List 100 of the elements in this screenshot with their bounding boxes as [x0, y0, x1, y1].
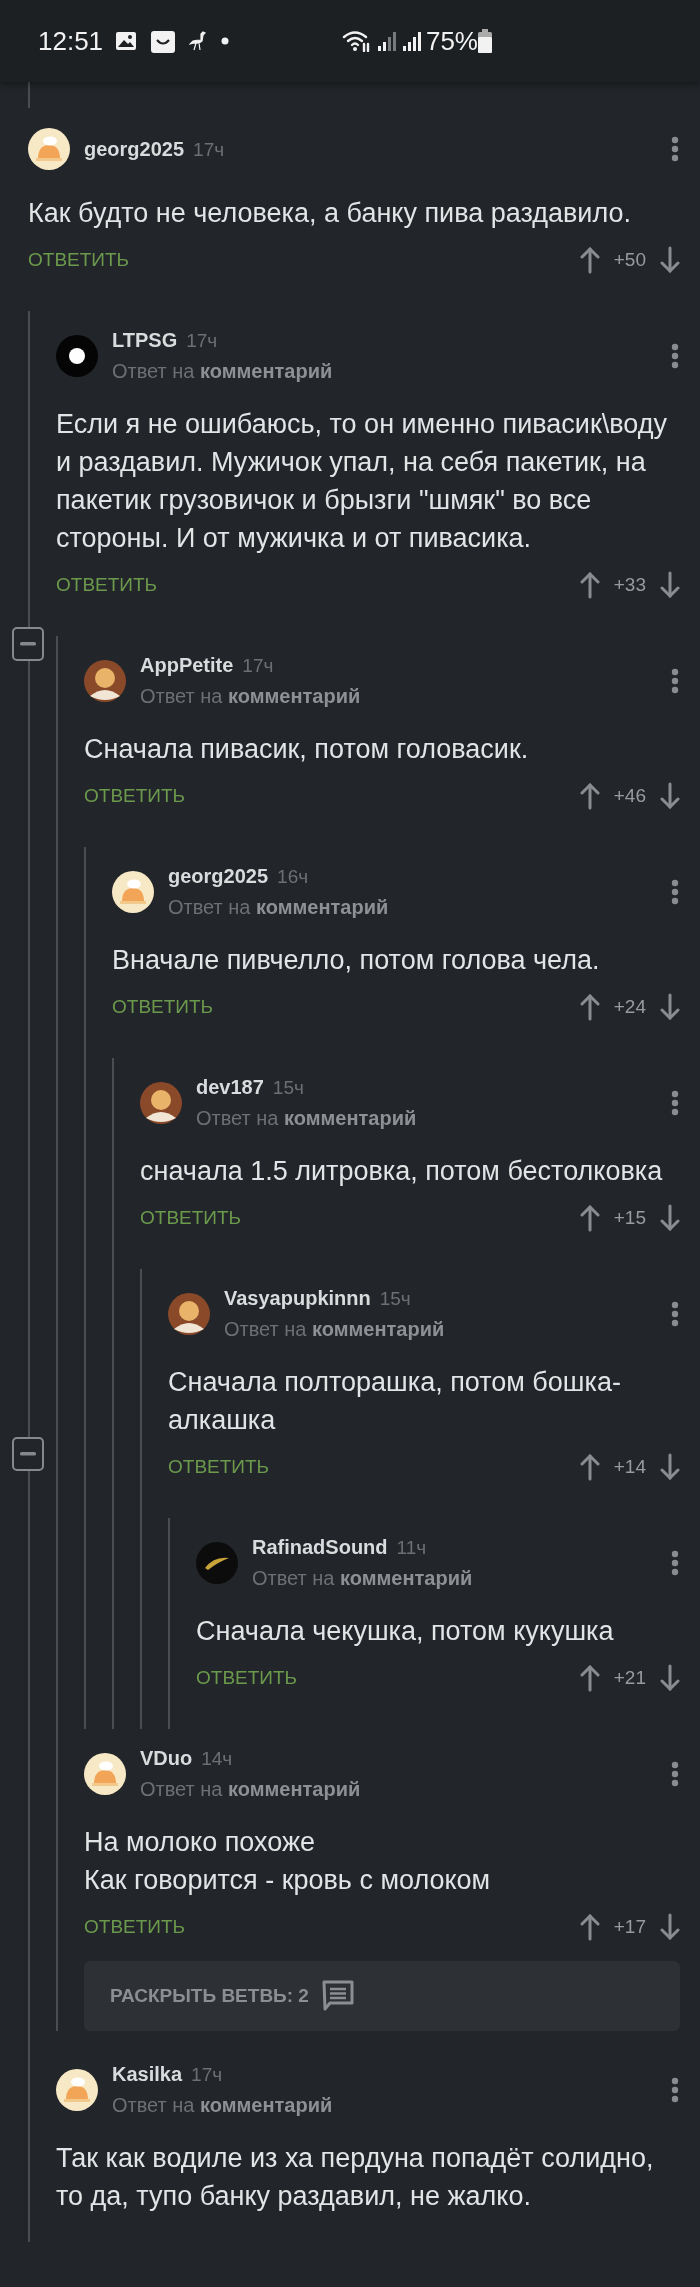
downvote-icon [660, 1913, 680, 1941]
upvote-icon [579, 1664, 600, 1692]
upvote-button[interactable] [579, 1913, 600, 1941]
more-options-icon [670, 879, 680, 905]
downvote-icon [660, 571, 680, 599]
more-options-button[interactable] [670, 668, 680, 694]
upvote-button[interactable] [579, 1453, 600, 1481]
reply-button[interactable]: ОТВЕТИТЬ [140, 1207, 242, 1229]
avatar [196, 1542, 238, 1584]
reply-note: Ответ на комментарий [112, 2094, 334, 2117]
comment-time: 17ч [193, 138, 225, 161]
comment-text: Сначала пивасик, потом головасик. [84, 733, 530, 766]
downvote-button[interactable] [660, 246, 680, 274]
comment-score: +17 [613, 1916, 646, 1938]
avatar [84, 1753, 126, 1795]
downvote-button[interactable] [660, 571, 680, 599]
upvote-icon [579, 246, 600, 274]
upvote-button[interactable] [579, 571, 600, 599]
downvote-button[interactable] [660, 1453, 680, 1481]
comment-time: 14ч [201, 1748, 233, 1770]
minus-icon [20, 642, 36, 646]
more-options-button[interactable] [670, 1090, 680, 1116]
reply-button[interactable]: ОТВЕТИТЬ [112, 996, 214, 1018]
more-options-button[interactable] [670, 343, 680, 369]
upvote-icon [579, 571, 600, 599]
collapse-button[interactable] [12, 627, 44, 661]
author-name[interactable]: RafinadSound [252, 1536, 388, 1559]
author-name[interactable]: VDuo [140, 1747, 193, 1770]
reply-note: Ответ на комментарий [112, 360, 334, 383]
status-time: 12:51 [38, 25, 104, 57]
author-name[interactable]: dev187 [196, 1076, 264, 1099]
comment-score: +33 [613, 574, 646, 596]
more-options-icon [670, 343, 680, 369]
more-options-button[interactable] [670, 2077, 680, 2103]
upvote-button[interactable] [579, 993, 600, 1021]
minus-icon [20, 1452, 36, 1456]
avatar [168, 1293, 210, 1335]
more-options-icon [670, 2077, 680, 2103]
more-options-button[interactable] [670, 1761, 680, 1787]
downvote-button[interactable] [660, 1204, 680, 1232]
downvote-button[interactable] [660, 1664, 680, 1692]
bird-icon [189, 31, 208, 51]
author-name[interactable]: georg2025 [84, 137, 185, 161]
collapse-button[interactable] [12, 1437, 44, 1471]
more-options-button[interactable] [670, 879, 680, 905]
signal-icon [401, 31, 422, 51]
more-options-button[interactable] [670, 1301, 680, 1327]
comment-score: +50 [613, 249, 646, 271]
downvote-icon [660, 782, 680, 810]
downvote-icon [660, 246, 680, 274]
more-options-button[interactable] [670, 1550, 680, 1576]
comment-score: +14 [613, 1456, 646, 1478]
comment-text: Так как водиле из ха пердуна попадёт солидно, то да, тупо банку раздавил, не жалко. [56, 2142, 655, 2213]
comment-score: +15 [613, 1207, 646, 1229]
reply-button[interactable]: ОТВЕТИТЬ [56, 574, 158, 596]
expand-branch-button[interactable]: РАСКРЫТЬ ВЕТВЬ: 2 [84, 1961, 680, 2031]
avatar [28, 128, 70, 170]
author-name[interactable]: AppPetite [140, 654, 234, 677]
comment-time: 17ч [242, 655, 274, 677]
comment-text: Если я не ошибаюсь, то он именно пивасик\воду и раздавил. Мужичок упал, на себя пакетик, на пакетик грузовичок и брызги "шмяк" во все стороны. И от мужичка и от пивасика. [56, 408, 668, 555]
reply-button[interactable]: ОТВЕТИТЬ [168, 1456, 270, 1478]
avatar [84, 660, 126, 702]
comment-time: 17ч [186, 330, 218, 352]
author-name[interactable]: LTPSG [112, 329, 178, 352]
comment-text: Сначала чекушка, потом кукушка [196, 1615, 615, 1648]
comment-score: +21 [613, 1667, 646, 1689]
downvote-icon [660, 1453, 680, 1481]
upvote-button[interactable] [579, 1204, 600, 1232]
downvote-icon [660, 993, 680, 1021]
gallery-icon [115, 31, 138, 51]
reply-button[interactable]: ОТВЕТИТЬ [28, 249, 130, 271]
more-options-button[interactable] [670, 136, 680, 162]
upvote-button[interactable] [579, 246, 600, 274]
comment-time: 11ч [396, 1537, 427, 1559]
avatar [140, 1082, 182, 1124]
reply-note: Ответ на комментарий [252, 1567, 474, 1590]
avatar [112, 871, 154, 913]
upvote-button[interactable] [579, 1664, 600, 1692]
reply-button[interactable]: ОТВЕТИТЬ [84, 785, 186, 807]
downvote-button[interactable] [660, 1913, 680, 1941]
reply-note: Ответ на комментарий [140, 685, 362, 708]
downvote-button[interactable] [660, 782, 680, 810]
downvote-button[interactable] [660, 993, 680, 1021]
more-options-icon [670, 1550, 680, 1576]
signal-icon [376, 31, 397, 51]
author-name[interactable]: Vasyapupkinnn [224, 1287, 371, 1310]
upvote-icon [579, 1913, 600, 1941]
author-name[interactable]: georg2025 [168, 865, 269, 888]
reply-button[interactable]: ОТВЕТИТЬ [196, 1667, 298, 1689]
comment-text: Как говорится - кровь с молоком [84, 1864, 492, 1897]
author-name[interactable]: Kasilka [112, 2063, 183, 2086]
comments-icon [320, 1979, 355, 2013]
shopping-bag-icon [151, 29, 176, 53]
reply-note: Ответ на комментарий [196, 1107, 418, 1130]
reply-button[interactable]: ОТВЕТИТЬ [84, 1916, 186, 1938]
comment-text: На молоко похоже [84, 1826, 317, 1859]
wifi-icon [341, 30, 372, 52]
comment-text: Сначала полторашка, потом бошка-алкашка [168, 1366, 622, 1437]
comment-text: сначала 1.5 литровка, потом бестолковка [140, 1155, 664, 1188]
upvote-button[interactable] [579, 782, 600, 810]
